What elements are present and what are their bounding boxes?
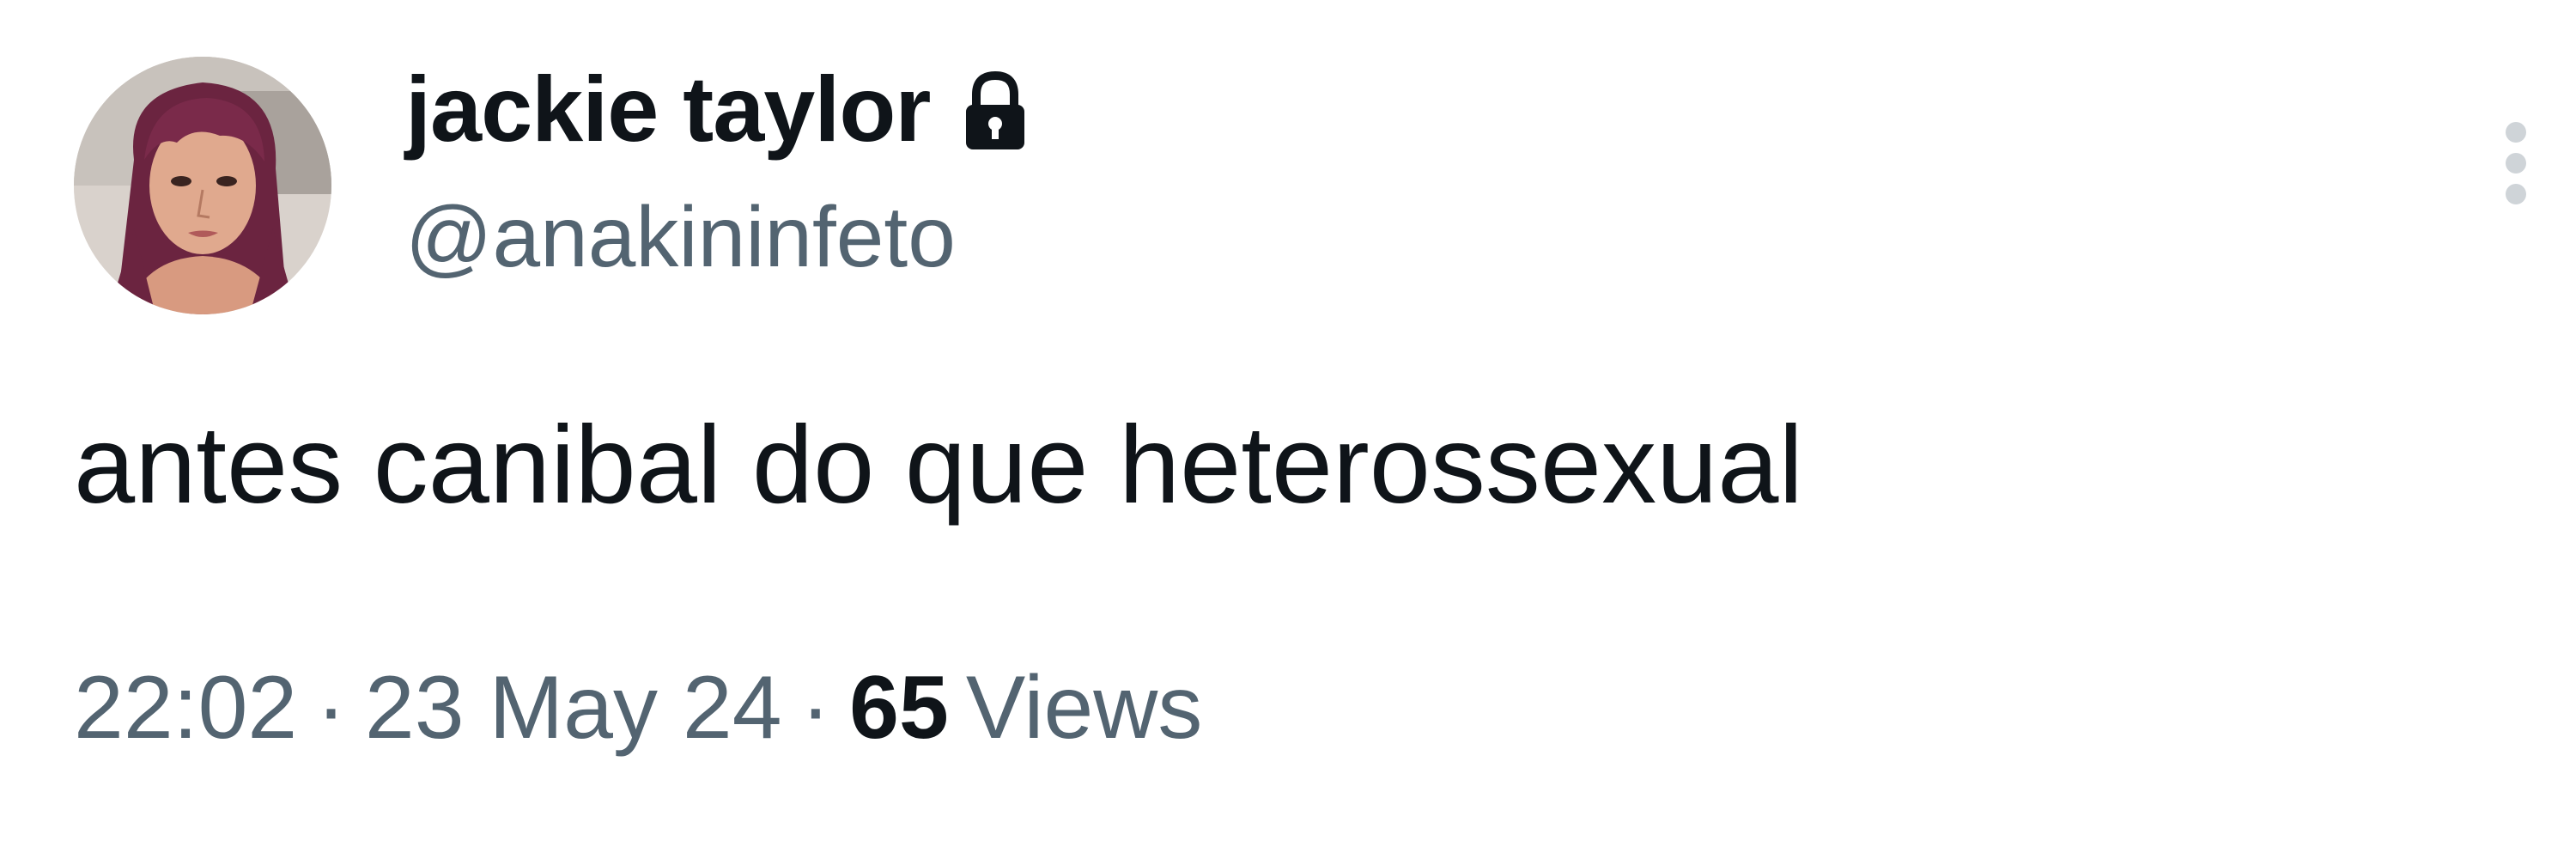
tweet-time[interactable]: 22:02 (74, 658, 297, 758)
avatar[interactable] (74, 57, 331, 314)
meta-separator: · (316, 658, 346, 758)
author-display-name[interactable]: jackie taylor (405, 63, 931, 155)
tweet-text: antes canibal do que heterossexual (74, 404, 1803, 527)
author-name-row: jackie taylor (405, 45, 1031, 174)
meta-separator: · (800, 658, 831, 758)
views-label: Views (965, 658, 1203, 758)
more-vertical-icon[interactable] (2490, 112, 2542, 215)
views-count: 65 (849, 658, 949, 758)
tweet-date[interactable]: 23 May 24 (365, 658, 782, 758)
avatar-image (74, 57, 331, 314)
tweet-card: jackie taylor @anakininfeto antes caniba… (0, 0, 2576, 859)
author-handle[interactable]: @anakininfeto (405, 194, 956, 280)
lock-icon (959, 70, 1031, 153)
tweet-meta: 22:02 · 23 May 24 · 65 Views (74, 663, 1202, 752)
